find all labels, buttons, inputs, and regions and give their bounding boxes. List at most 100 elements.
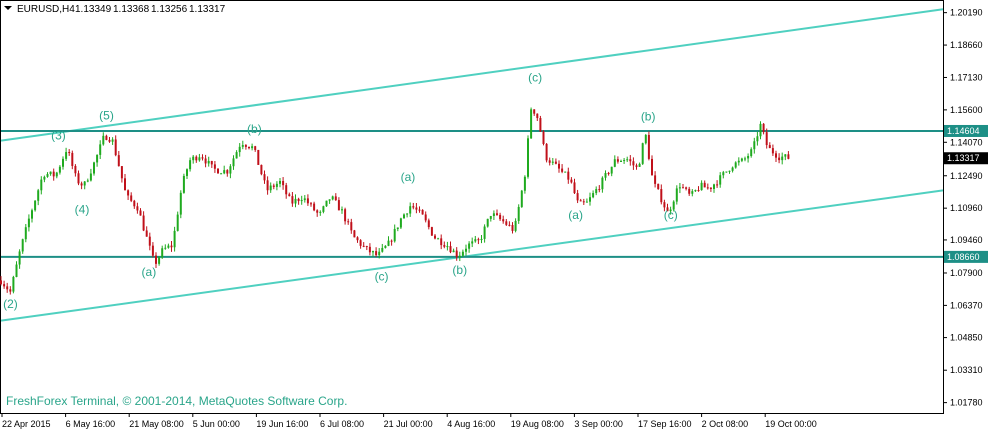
candle — [223, 165, 226, 175]
wave-label: (c) — [664, 208, 678, 222]
wave-labels: (2) (3) (4) (5) (a) (b) (a) (c) (b) (c) (a) (b) (c) — [3, 70, 678, 311]
candle — [694, 189, 697, 192]
candle — [139, 208, 142, 216]
candle — [486, 218, 489, 228]
candle — [251, 143, 254, 151]
candle — [706, 183, 709, 190]
candle — [492, 210, 495, 221]
channel-line-2[interactable] — [0, 189, 944, 322]
candle — [164, 244, 167, 250]
candle — [34, 200, 37, 212]
candle — [167, 243, 170, 249]
candle — [477, 237, 480, 245]
candle — [536, 113, 539, 121]
candle — [399, 217, 402, 230]
candle — [89, 168, 92, 182]
candle — [93, 161, 95, 176]
candle — [629, 155, 632, 166]
candle — [229, 164, 232, 179]
candle — [303, 195, 306, 203]
candle — [359, 239, 362, 249]
candle — [381, 243, 384, 253]
candle — [480, 234, 483, 244]
candle — [771, 144, 774, 156]
candle — [502, 215, 505, 224]
candle — [195, 155, 198, 163]
candle — [613, 155, 616, 168]
candle — [136, 202, 139, 214]
channel-line-1[interactable] — [0, 8, 944, 142]
candle — [691, 189, 694, 197]
candle — [678, 182, 681, 194]
candle — [291, 192, 294, 207]
candle — [49, 171, 52, 176]
candle — [12, 275, 15, 294]
y-tick-label: 1.17130 — [950, 72, 983, 82]
y-tick-label: 1.07900 — [950, 268, 983, 278]
candle — [561, 164, 564, 174]
y-tick-label: 1.10960 — [950, 203, 983, 213]
candle — [784, 154, 787, 161]
candle — [700, 180, 703, 191]
candle — [533, 109, 536, 116]
candle — [424, 211, 427, 223]
candle — [105, 134, 108, 141]
candle — [248, 146, 250, 150]
candle — [325, 200, 328, 207]
candle — [220, 172, 223, 175]
candle — [46, 172, 49, 178]
wave-label: (c) — [528, 70, 542, 84]
candle — [632, 157, 635, 170]
candle — [638, 162, 641, 168]
y-tick-label: 1.18660 — [950, 40, 983, 50]
candle — [120, 166, 123, 183]
wave-label: (c) — [375, 269, 389, 283]
y-tick-label: 1.03310 — [950, 365, 983, 375]
candle — [651, 155, 653, 176]
candle — [731, 166, 734, 173]
candle — [620, 159, 622, 162]
candle — [616, 156, 619, 164]
x-tick-label: 21 Jul 00:00 — [384, 419, 433, 429]
candle — [576, 189, 579, 204]
candle — [387, 236, 390, 247]
candle — [86, 178, 89, 183]
candle — [458, 251, 461, 262]
candle — [337, 197, 340, 211]
chart-header-low: 1.13256 — [151, 4, 188, 15]
chart-header-symbol: EURUSD,H4 — [17, 4, 75, 15]
candle — [108, 137, 111, 143]
candle — [15, 261, 18, 278]
candle — [703, 180, 706, 188]
candle — [514, 218, 517, 233]
candle — [186, 168, 188, 180]
chart-header-close: 1.13317 — [189, 4, 226, 15]
candle — [27, 214, 30, 232]
plot-area[interactable] — [0, 0, 944, 414]
candle — [523, 175, 526, 194]
candle — [226, 169, 229, 177]
candle — [151, 242, 154, 258]
y-tick-label: 1.09460 — [950, 235, 983, 245]
candle — [244, 144, 247, 150]
candle — [465, 244, 467, 256]
candle — [77, 170, 80, 186]
wave-label: (b) — [641, 109, 656, 123]
candle — [285, 182, 288, 199]
candle — [409, 202, 412, 217]
candle — [279, 178, 281, 188]
candle — [756, 131, 759, 146]
candle — [499, 212, 502, 221]
x-tick-label: 22 Apr 2015 — [2, 419, 51, 429]
window-menu-icon[interactable] — [4, 6, 12, 10]
candle — [130, 192, 133, 203]
candle — [452, 248, 455, 253]
candle — [344, 207, 347, 225]
candle — [257, 149, 260, 165]
candle — [269, 182, 272, 193]
candle — [18, 249, 21, 269]
candle — [117, 150, 120, 167]
wave-label: (4) — [75, 203, 90, 217]
candle — [375, 247, 378, 258]
candle — [372, 250, 374, 257]
